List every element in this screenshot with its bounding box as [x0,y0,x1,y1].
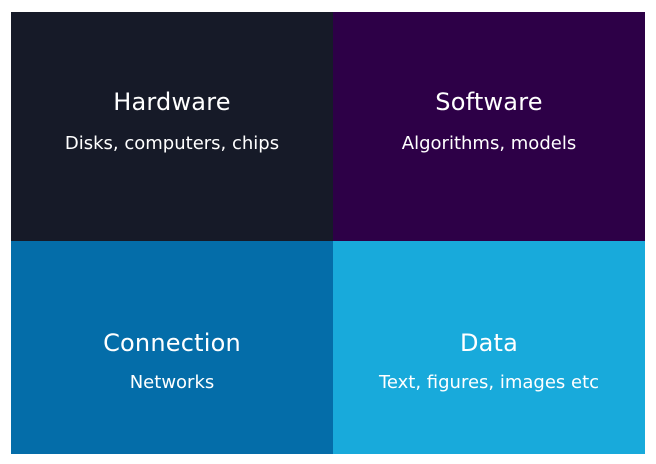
quadrant-hardware: Hardware Disks, computers, chips [11,12,333,241]
quadrant-data: Data Text, figures, images etc [333,241,645,454]
quadrant-title: Connection [103,329,241,357]
quadrant-diagram: Hardware Disks, computers, chips Softwar… [11,12,645,454]
quadrant-subtitle: Algorithms, models [401,133,577,154]
quadrant-subtitle: Disks, computers, chips [64,133,280,154]
quadrant-title: Software [435,88,543,116]
quadrant-subtitle: Text, figures, images etc [378,372,600,393]
quadrant-subtitle: Networks [129,372,215,393]
quadrant-title: Data [459,329,519,357]
quadrant-connection: Connection Networks [11,241,333,454]
quadrant-software: Software Algorithms, models [333,12,645,241]
quadrant-title: Hardware [113,88,231,116]
